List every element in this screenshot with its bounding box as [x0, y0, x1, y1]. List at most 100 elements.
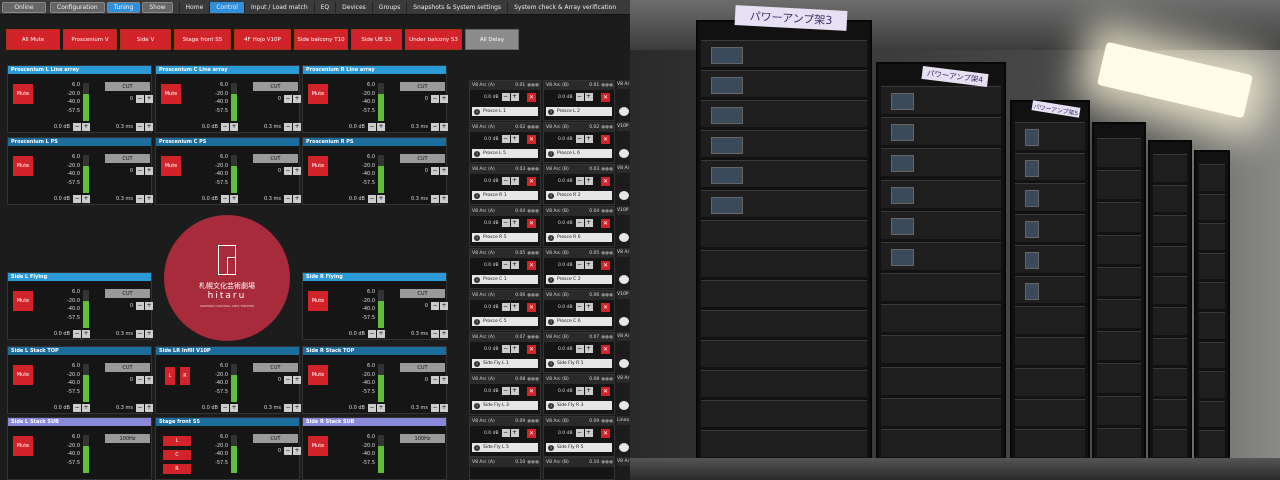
increment-button[interactable]: + — [377, 194, 385, 203]
increment-button[interactable]: + — [510, 177, 519, 185]
decrement-button[interactable]: − — [431, 375, 439, 384]
mute-button[interactable]: Mute — [161, 156, 181, 176]
nav-control[interactable]: Control — [209, 1, 244, 13]
preset-button[interactable]: i Prosce C 6 — [546, 317, 612, 326]
nav-system-check[interactable]: System check & Array verification — [507, 1, 622, 13]
mute-button[interactable]: Mute — [13, 436, 33, 456]
increment-button[interactable]: + — [145, 301, 153, 310]
hpf-button[interactable]: 100Hz — [400, 434, 445, 443]
decrement-button[interactable]: − — [575, 429, 584, 437]
decrement-button[interactable]: − — [431, 122, 439, 131]
decrement-button[interactable]: − — [431, 301, 439, 310]
preset-button[interactable]: i Prosce R 1 — [472, 191, 538, 200]
increment-button[interactable]: + — [584, 429, 593, 437]
mode-tuning[interactable]: Tuning — [106, 1, 141, 13]
increment-button[interactable]: + — [510, 387, 519, 395]
left-button[interactable]: L — [163, 436, 191, 446]
group-button-5[interactable]: Side balcony T10 — [294, 29, 348, 50]
decrement-button[interactable]: − — [575, 261, 584, 269]
preset-button[interactable]: i Prosce L 2 — [546, 107, 612, 116]
decrement-button[interactable]: − — [501, 135, 510, 143]
decrement-button[interactable]: − — [368, 403, 376, 412]
increment-button[interactable]: + — [145, 122, 153, 131]
decrement-button[interactable]: − — [284, 166, 292, 175]
decrement-button[interactable]: − — [501, 387, 510, 395]
unlink-icon[interactable]: ✕ — [601, 345, 610, 354]
decrement-button[interactable]: − — [431, 194, 439, 203]
mute-button[interactable]: Mute — [308, 365, 328, 385]
preset-button[interactable]: i Side Fly R 3 — [546, 401, 612, 410]
decrement-button[interactable]: − — [136, 301, 144, 310]
mute-button[interactable]: Mute — [308, 436, 328, 456]
increment-button[interactable]: + — [584, 345, 593, 353]
unlink-icon[interactable]: ✕ — [601, 429, 610, 438]
unlink-icon[interactable]: ✕ — [527, 135, 536, 144]
increment-button[interactable]: + — [510, 345, 519, 353]
decrement-button[interactable]: − — [73, 122, 81, 131]
increment-button[interactable]: + — [440, 329, 448, 338]
increment-button[interactable]: + — [145, 329, 153, 338]
partial-strip-info-icon[interactable] — [619, 233, 629, 242]
increment-button[interactable]: + — [510, 135, 519, 143]
increment-button[interactable]: + — [377, 403, 385, 412]
group-button-6[interactable]: Side UB S3 — [351, 29, 402, 50]
unlink-icon[interactable]: ✕ — [527, 93, 536, 102]
increment-button[interactable]: + — [145, 94, 153, 103]
decrement-button[interactable]: − — [73, 329, 81, 338]
decrement-button[interactable]: − — [431, 403, 439, 412]
increment-button[interactable]: + — [584, 387, 593, 395]
mute-button[interactable]: Mute — [13, 365, 33, 385]
increment-button[interactable]: + — [584, 261, 593, 269]
increment-button[interactable]: + — [584, 219, 593, 227]
center-button[interactable]: C — [163, 450, 191, 460]
unlink-icon[interactable]: ✕ — [601, 177, 610, 186]
decrement-button[interactable]: − — [575, 177, 584, 185]
cut-button[interactable]: CUT — [105, 82, 150, 91]
decrement-button[interactable]: − — [136, 403, 144, 412]
partial-strip-info-icon[interactable] — [619, 191, 629, 200]
increment-button[interactable]: + — [440, 375, 448, 384]
nav-input-load-match[interactable]: Input / Load match — [243, 1, 314, 13]
increment-button[interactable]: + — [293, 446, 301, 455]
decrement-button[interactable]: − — [575, 303, 584, 311]
decrement-button[interactable]: − — [575, 135, 584, 143]
increment-button[interactable]: + — [145, 403, 153, 412]
nav-devices[interactable]: Devices — [335, 1, 372, 13]
preset-button[interactable]: i Prosce C 5 — [472, 317, 538, 326]
increment-button[interactable]: + — [510, 261, 519, 269]
increment-button[interactable]: + — [510, 219, 519, 227]
increment-button[interactable]: + — [510, 429, 519, 437]
mute-button[interactable]: Mute — [13, 291, 33, 311]
cut-button[interactable]: CUT — [105, 363, 150, 372]
decrement-button[interactable]: − — [575, 219, 584, 227]
decrement-button[interactable]: − — [431, 166, 439, 175]
decrement-button[interactable]: − — [136, 94, 144, 103]
preset-button[interactable]: i Prosce C 1 — [472, 275, 538, 284]
mode-configuration[interactable]: Configuration — [50, 1, 105, 13]
increment-button[interactable]: + — [145, 375, 153, 384]
decrement-button[interactable]: − — [136, 194, 144, 203]
cut-button[interactable]: CUT — [105, 154, 150, 163]
unlink-icon[interactable]: ✕ — [527, 345, 536, 354]
group-button-7[interactable]: Under balcony S3 — [405, 29, 462, 50]
nav-groups[interactable]: Groups — [371, 1, 406, 13]
unlink-icon[interactable]: ✕ — [601, 135, 610, 144]
increment-button[interactable]: + — [584, 93, 593, 101]
partial-strip-info-icon[interactable] — [619, 359, 629, 368]
cut-button[interactable]: CUT — [400, 82, 445, 91]
preset-button[interactable]: i Side Fly L 3 — [472, 401, 538, 410]
decrement-button[interactable]: − — [284, 94, 292, 103]
decrement-button[interactable]: − — [136, 375, 144, 384]
decrement-button[interactable]: − — [501, 93, 510, 101]
hpf-button[interactable]: 100Hz — [105, 434, 150, 443]
group-button-3[interactable]: Stage front S5 — [174, 29, 231, 50]
increment-button[interactable]: + — [440, 166, 448, 175]
increment-button[interactable]: + — [293, 94, 301, 103]
increment-button[interactable]: + — [293, 166, 301, 175]
decrement-button[interactable]: − — [431, 329, 439, 338]
partial-strip-info-icon[interactable] — [619, 401, 629, 410]
decrement-button[interactable]: − — [575, 387, 584, 395]
decrement-button[interactable]: − — [73, 403, 81, 412]
partial-strip-info-icon[interactable] — [619, 107, 629, 116]
right-button[interactable]: R — [163, 464, 191, 474]
